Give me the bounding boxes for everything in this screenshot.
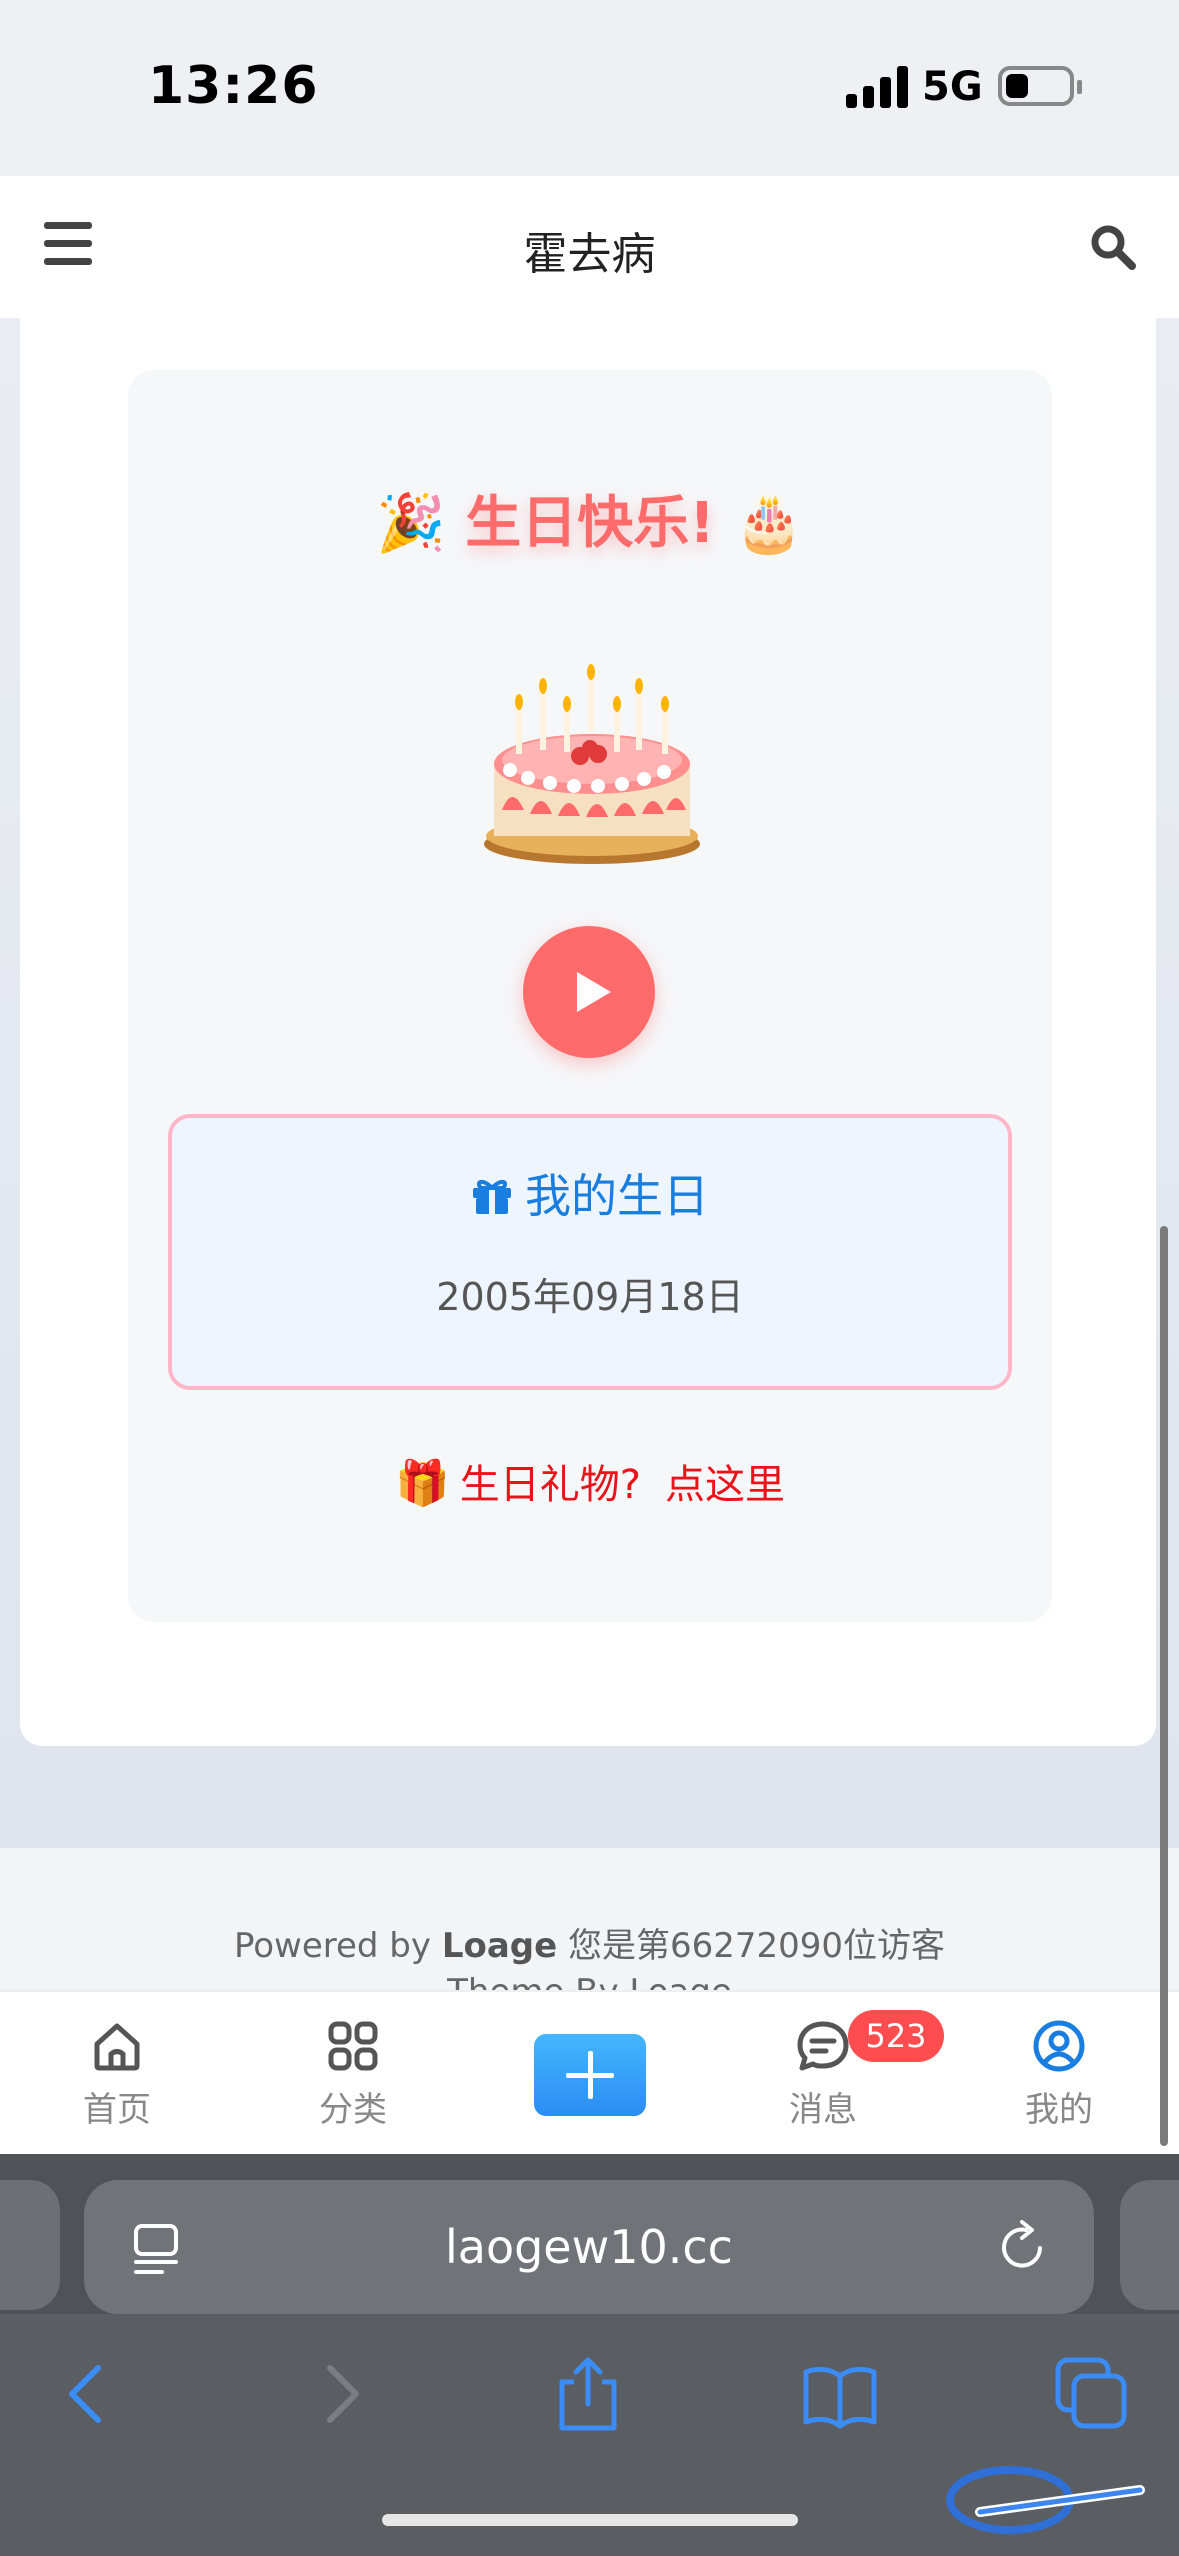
status-bar: 13:26 5G <box>0 0 1179 176</box>
birthday-title: 🎉 生日快乐! 🎂 <box>128 478 1052 559</box>
forward-icon[interactable] <box>300 2354 380 2434</box>
bottom-tab-bar: 首页 分类 消息 523 我的 <box>0 1990 1179 2154</box>
play-music-button[interactable] <box>523 926 655 1058</box>
home-icon <box>94 2023 140 2071</box>
gift-box-icon: 🎁 <box>394 1458 450 1509</box>
info-title-text: 我的生日 <box>525 1169 709 1223</box>
previous-tab-preview[interactable] <box>0 2180 60 2310</box>
scroll-indicator <box>1160 1226 1168 2146</box>
browser-address-area: laogew10.cc <box>0 2154 1179 2314</box>
site-title: 霍去病 <box>523 229 656 280</box>
gift-icon <box>473 1180 511 1214</box>
signal-icon <box>846 66 908 108</box>
birthday-info-box: 我的生日 2005年09月18日 <box>168 1114 1012 1390</box>
party-popper-icon: 🎉 <box>375 491 446 556</box>
footer-powered-text: Powered by <box>233 1926 442 1966</box>
site-footer: Powered by Loage 您是第66272090位访客 Theme By… <box>0 1848 1179 1990</box>
battery-icon <box>998 66 1082 106</box>
browser-nav-row <box>0 2354 1179 2454</box>
gift-link-click[interactable]: 点这里 <box>665 1462 785 1508</box>
birthday-date: 2005年09月18日 <box>436 1275 744 1319</box>
home-indicator <box>382 2514 798 2526</box>
share-icon[interactable] <box>548 2354 628 2434</box>
tabs-icon[interactable] <box>1052 2354 1132 2434</box>
tab-profile-label: 我的 <box>1025 2090 1093 2130</box>
bookmarks-icon[interactable] <box>800 2354 880 2434</box>
birthday-cake-icon <box>484 664 700 864</box>
search-icon[interactable] <box>1088 222 1138 272</box>
message-icon <box>797 2021 849 2071</box>
back-icon[interactable] <box>48 2354 128 2434</box>
footer-brand-link[interactable]: Loage <box>442 1926 557 1966</box>
footer-powered: Powered by Loage 您是第66272090位访客 <box>0 1918 1179 1967</box>
tab-messages-label: 消息 <box>789 2090 857 2130</box>
tab-category-label: 分类 <box>319 2090 387 2130</box>
birthday-title-text: 生日快乐! <box>465 491 715 556</box>
birthday-card: 🎉 生日快乐! 🎂 我的生日 2005年09月18日 🎁 生日礼物? 点这里 <box>128 370 1052 1622</box>
address-bar[interactable]: laogew10.cc <box>84 2180 1094 2314</box>
next-tab-preview[interactable] <box>1120 2180 1179 2310</box>
watermark-logo-icon <box>946 2466 1145 2534</box>
site-header: 霍去病 <box>0 176 1179 318</box>
gift-link-text: 生日礼物? <box>459 1462 642 1508</box>
cake-icon: 🎂 <box>734 491 804 556</box>
reload-icon[interactable] <box>996 2218 1052 2274</box>
info-title: 我的生日 <box>172 1160 1008 1226</box>
tab-profile[interactable]: 我的 <box>984 2018 1134 2131</box>
tab-category[interactable]: 分类 <box>278 2018 428 2131</box>
message-count-badge: 523 <box>848 2010 944 2062</box>
tab-home[interactable]: 首页 <box>42 2018 192 2131</box>
grid-icon <box>328 2021 378 2071</box>
user-icon <box>1033 2020 1085 2072</box>
visitor-count: 您是第66272090位访客 <box>557 1926 946 1966</box>
footer-theme: Theme By Loage <box>0 1972 1179 1990</box>
add-post-button[interactable] <box>534 2034 646 2116</box>
url-text[interactable]: laogew10.cc <box>84 2220 1094 2274</box>
network-type: 5G <box>922 64 983 110</box>
gift-link[interactable]: 🎁 生日礼物? 点这里 <box>128 1452 1052 1510</box>
status-time: 13:26 <box>148 56 319 116</box>
tab-home-label: 首页 <box>83 2090 151 2130</box>
